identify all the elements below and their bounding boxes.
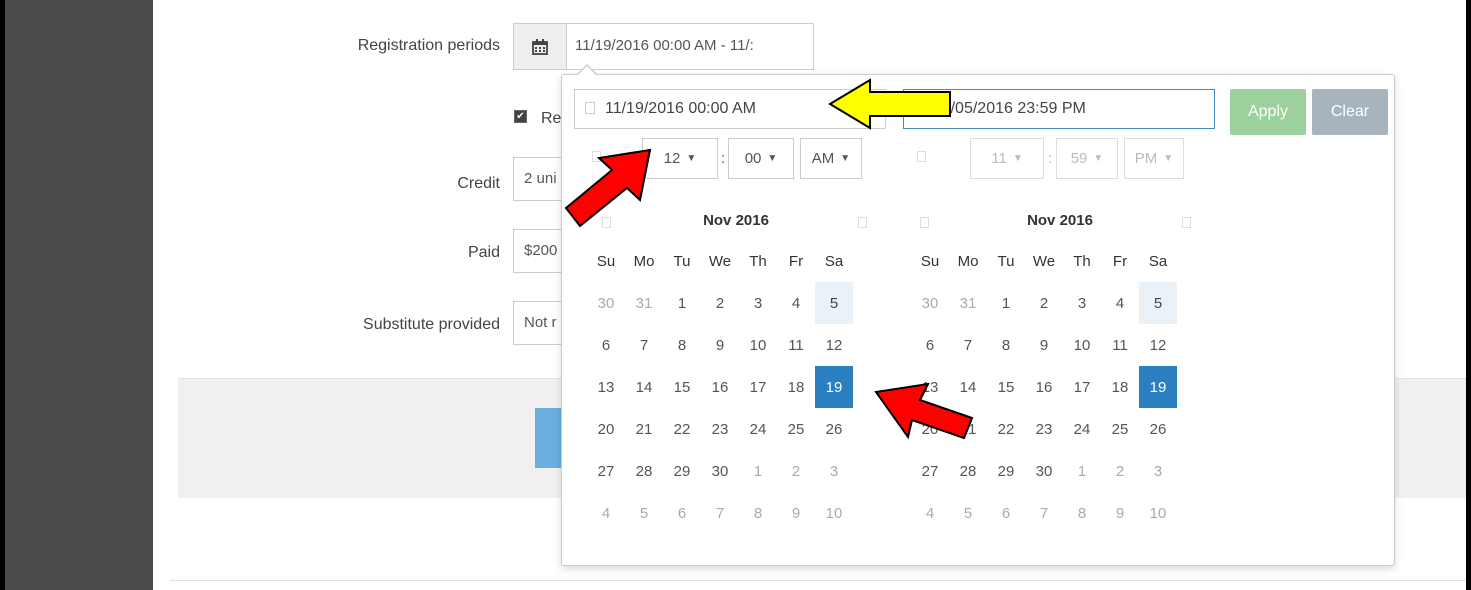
red-annotation-arrow-day — [874, 382, 974, 440]
